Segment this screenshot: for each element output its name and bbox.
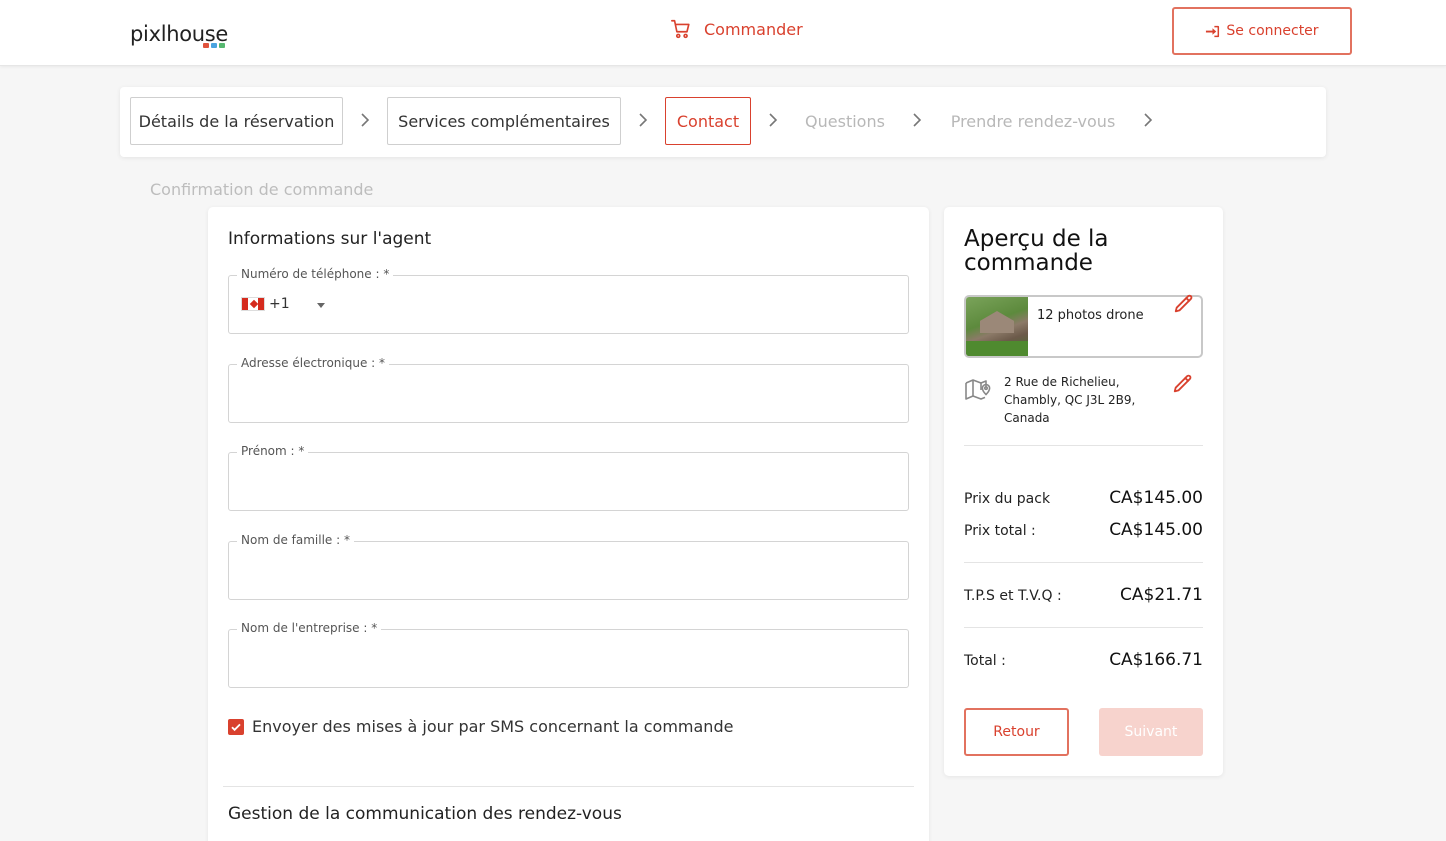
step-contact[interactable]: Contact xyxy=(665,97,751,145)
cart-icon xyxy=(671,19,690,39)
pack-price-row: Prix du pack CA$145.00 xyxy=(964,488,1203,508)
country-code: +1 xyxy=(269,296,290,312)
tax-row: T.P.S et T.V.Q : CA$21.71 xyxy=(964,585,1203,605)
step-booking-details[interactable]: Détails de la réservation xyxy=(130,97,343,145)
logo-dot-blue xyxy=(211,43,217,48)
edit-address-pencil-icon[interactable] xyxy=(1172,373,1194,395)
first-name-field[interactable]: Prénom : * xyxy=(228,444,909,511)
pack-price-label: Prix du pack xyxy=(964,491,1051,507)
sms-updates-option[interactable]: Envoyer des mises à jour par SMS concern… xyxy=(228,717,733,736)
chevron-right-icon xyxy=(913,113,922,127)
back-button[interactable]: Retour xyxy=(964,708,1069,756)
section-divider xyxy=(223,786,914,787)
pixlhouse-logo[interactable]: pixlhouse xyxy=(130,22,228,48)
address-text: 2 Rue de Richelieu, Chambly, QC J3L 2B9,… xyxy=(1004,375,1136,425)
order-summary-title: Aperçu de la commande xyxy=(964,226,1109,276)
summary-divider xyxy=(964,562,1203,563)
chevron-right-icon xyxy=(361,113,370,127)
chevron-right-icon xyxy=(769,113,778,127)
caret-down-icon[interactable] xyxy=(317,303,325,308)
order-link[interactable]: Commander xyxy=(670,18,803,40)
grand-total-label: Total : xyxy=(964,653,1006,669)
top-header: pixlhouse Commander Se connecter xyxy=(0,0,1446,66)
step-order-confirmation[interactable]: Confirmation de commande xyxy=(150,180,373,199)
login-label: Se connecter xyxy=(1226,23,1319,39)
order-summary-card: Aperçu de la commande 12 photos drone 2 … xyxy=(944,207,1223,776)
tax-label: T.P.S et T.V.Q : xyxy=(964,588,1062,604)
next-button[interactable]: Suivant xyxy=(1099,708,1203,756)
step-additional-services[interactable]: Services complémentaires xyxy=(387,97,621,145)
chevron-right-icon xyxy=(639,113,648,127)
last-name-label: Nom de famille : * xyxy=(237,533,354,547)
grand-total-row: Total : CA$166.71 xyxy=(964,650,1203,670)
edit-product-pencil-icon[interactable] xyxy=(1173,293,1195,315)
first-name-label: Prénom : * xyxy=(237,444,309,458)
email-label: Adresse électronique : * xyxy=(237,356,389,370)
product-name: 12 photos drone xyxy=(1037,308,1144,323)
agent-info-card: Informations sur l'agent Numéro de télép… xyxy=(208,207,929,841)
order-label: Commander xyxy=(704,19,803,39)
step-book-appointment[interactable]: Prendre rendez-vous xyxy=(940,97,1126,145)
logo-dot-green xyxy=(219,43,225,48)
phone-field[interactable]: Numéro de téléphone : * +1 xyxy=(228,267,909,334)
summary-divider xyxy=(964,627,1203,628)
logo-dots xyxy=(203,43,225,48)
agent-info-title: Informations sur l'agent xyxy=(228,229,432,249)
country-code-select[interactable]: +1 xyxy=(241,296,290,312)
grand-total-value: CA$166.71 xyxy=(1109,650,1203,670)
sign-in-icon xyxy=(1206,25,1220,37)
email-field[interactable]: Adresse électronique : * xyxy=(228,356,909,423)
appointment-communication-title: Gestion de la communication des rendez-v… xyxy=(228,804,622,824)
total-price-label: Prix total : xyxy=(964,523,1036,539)
product-item: 12 photos drone xyxy=(964,295,1203,358)
step-questions[interactable]: Questions xyxy=(795,97,895,145)
logo-dot-red xyxy=(203,43,209,48)
company-field[interactable]: Nom de l'entreprise : * xyxy=(228,621,909,688)
checkout-stepper: Détails de la réservation Services compl… xyxy=(120,87,1326,157)
property-thumbnail xyxy=(966,297,1028,356)
total-price-row: Prix total : CA$145.00 xyxy=(964,520,1203,540)
phone-label: Numéro de téléphone : * xyxy=(237,267,394,281)
chevron-right-icon xyxy=(1144,113,1153,127)
pack-price-value: CA$145.00 xyxy=(1109,488,1203,508)
summary-divider xyxy=(964,445,1203,446)
login-button[interactable]: Se connecter xyxy=(1172,7,1352,55)
canada-flag-icon xyxy=(241,297,265,311)
tax-value: CA$21.71 xyxy=(1120,585,1203,605)
total-price-value: CA$145.00 xyxy=(1109,520,1203,540)
company-label: Nom de l'entreprise : * xyxy=(237,621,382,635)
check-icon xyxy=(231,723,241,731)
sms-checkbox[interactable] xyxy=(228,718,244,735)
last-name-field[interactable]: Nom de famille : * xyxy=(228,533,909,600)
sms-label: Envoyer des mises à jour par SMS concern… xyxy=(252,717,734,736)
map-pin-icon xyxy=(965,379,991,400)
